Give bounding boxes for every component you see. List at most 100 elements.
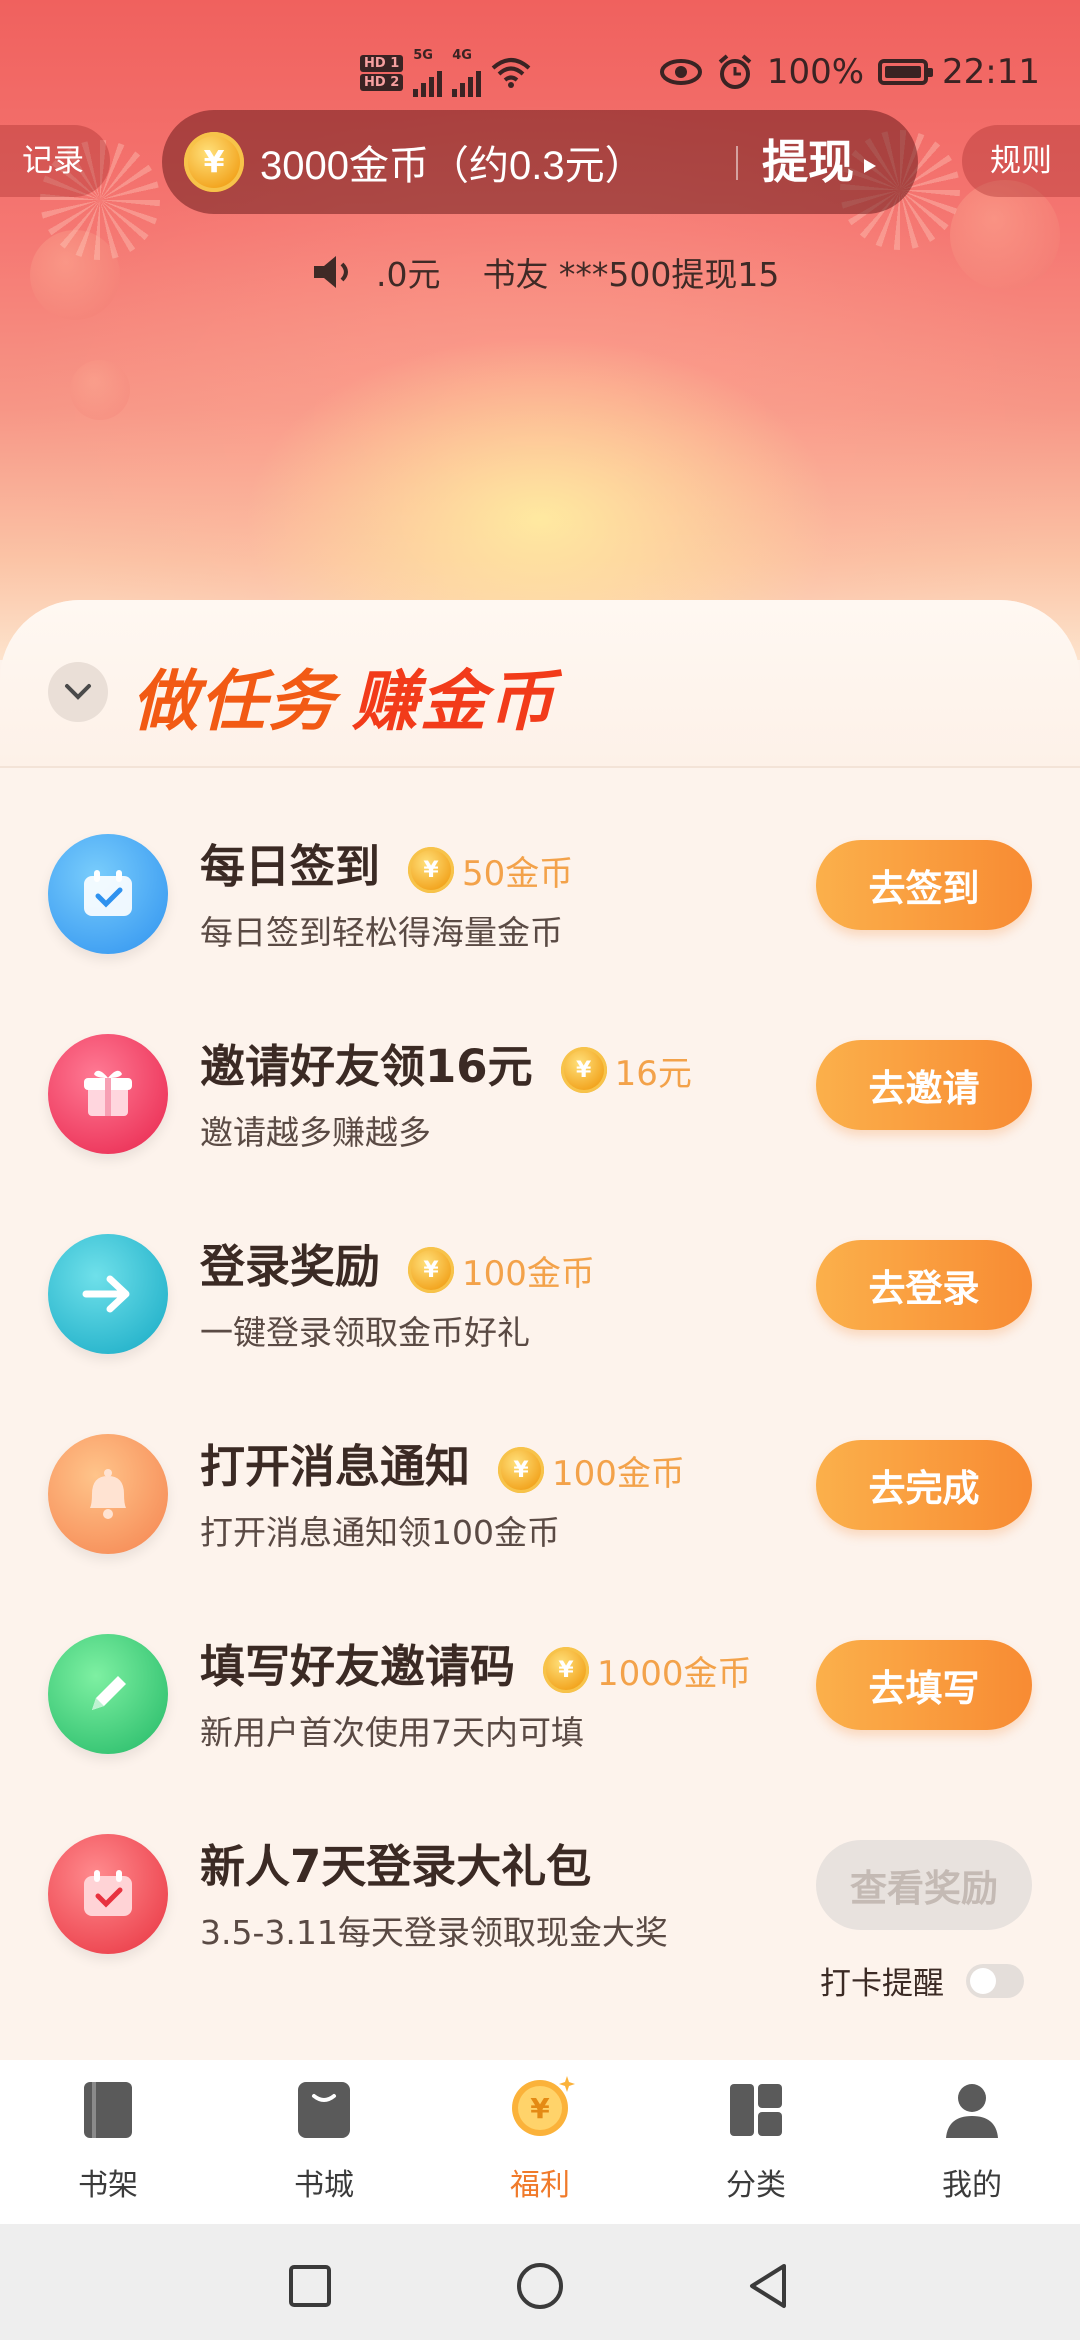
recents-square-icon[interactable] — [288, 2264, 332, 2308]
tab-profile[interactable]: 我的 — [892, 2080, 1052, 2210]
system-navigation-bar — [0, 2224, 1080, 2340]
task-description: 3.5-3.11每天登录领取现金大奖 — [200, 1913, 668, 1952]
reminder-toggle[interactable] — [966, 1963, 1024, 1998]
task-title: 填写好友邀请码 ¥1000金币 — [200, 1630, 752, 1695]
alarm-icon — [718, 54, 752, 89]
task-reward: ¥1000金币 — [543, 1646, 752, 1695]
fill-code-button[interactable]: 去填写 — [816, 1640, 1032, 1730]
rules-label: 规则 — [990, 143, 1052, 178]
task-title: 登录奖励 ¥100金币 — [200, 1230, 595, 1295]
reminder-label: 打卡提醒 — [820, 1966, 944, 2002]
category-grid-icon — [726, 2080, 786, 2140]
status-bar: HD 1 HD 2 5G 4G 100% 22:11 — [0, 48, 1080, 108]
task-reward: ¥16元 — [560, 1046, 692, 1095]
task-reward: ¥100金币 — [498, 1446, 685, 1495]
gift-icon — [48, 1034, 168, 1154]
withdraw-button[interactable]: 提现 — [762, 110, 876, 214]
speaker-icon — [314, 256, 348, 288]
coin-icon: ¥ — [510, 2076, 575, 2140]
task-description: 打开消息通知领100金币 — [200, 1513, 560, 1552]
tab-label: 书城 — [294, 2168, 354, 2203]
hd2-badge: HD 2 — [360, 73, 404, 91]
complete-button[interactable]: 去完成 — [816, 1440, 1032, 1530]
coin-icon: ¥ — [498, 1447, 545, 1493]
withdraw-ticker: .0元 书友 ***500提现15 — [310, 248, 779, 296]
task-reward: ¥50金币 — [408, 846, 573, 895]
records-label: 记录 — [22, 143, 84, 178]
network-type-2: 4G — [452, 48, 472, 63]
task-title-text: 邀请好友领16元 — [200, 1040, 533, 1093]
task-item-enable-notifications: 打开消息通知 ¥100金币 打开消息通知领100金币 去完成 — [0, 1410, 1080, 1590]
coin-icon: ¥ — [184, 132, 244, 192]
bookstore-icon — [294, 2080, 354, 2140]
tab-label: 福利 — [510, 2168, 570, 2203]
task-item-invite-friends: 邀请好友领16元 ¥16元 邀请越多赚越多 去邀请 — [0, 1010, 1080, 1190]
checkin-button[interactable]: 去签到 — [816, 840, 1032, 930]
bottom-tab-bar: 书架 书城 ¥ 福利 分类 我的 — [0, 2060, 1080, 2224]
tab-welfare[interactable]: ¥ 福利 — [460, 2076, 620, 2210]
tab-bookstore[interactable]: 书城 — [244, 2080, 404, 2210]
coin-icon: ¥ — [408, 1247, 455, 1293]
wifi-icon — [491, 57, 531, 88]
calendar-check-icon — [48, 834, 168, 954]
task-card-header: 做任务 赚金币 — [0, 600, 1080, 768]
records-button[interactable]: 记录 — [0, 125, 110, 197]
task-reward: ¥100金币 — [408, 1246, 595, 1295]
decor-coin — [70, 360, 130, 420]
coin-icon: ¥ — [408, 847, 455, 893]
calendar-gift-icon — [48, 1834, 168, 1954]
arrow-right-icon — [48, 1234, 168, 1354]
task-reward-text: 100金币 — [552, 1453, 685, 1494]
checkin-reminder: 打卡提醒 — [820, 1958, 1024, 2003]
back-triangle-icon[interactable] — [746, 2262, 790, 2310]
pencil-icon — [48, 1634, 168, 1754]
task-title-text: 填写好友邀请码 — [200, 1640, 516, 1693]
task-item-daily-checkin: 每日签到 ¥50金币 每日签到轻松得海量金币 去签到 — [0, 810, 1080, 990]
battery-percent: 100% — [766, 52, 865, 92]
home-circle-icon[interactable] — [516, 2262, 564, 2310]
eye-comfort-icon — [659, 59, 702, 85]
task-card: 做任务 赚金币 每日签到 ¥50金币 每日签到轻松得海量金币 去签到 邀请好友领16… — [0, 600, 1080, 2060]
coin-balance: 3000金币（约0.3元） — [260, 144, 645, 188]
ticker-text: .0元 书友 ***500提现15 — [376, 255, 780, 294]
hero-banner: HD 1 HD 2 5G 4G 100% 22:11 记录 规则 ¥ 3000金… — [0, 0, 1080, 660]
task-title: 邀请好友领16元 ¥16元 — [200, 1030, 692, 1095]
clock: 22:11 — [942, 52, 1040, 92]
divider — [736, 146, 738, 180]
coin-icon: ¥ — [560, 1047, 607, 1093]
rules-button[interactable]: 规则 — [962, 125, 1080, 197]
battery-icon — [878, 59, 934, 85]
play-arrow-icon — [864, 158, 876, 173]
signal-2: 4G — [452, 48, 482, 97]
profile-icon — [942, 2080, 1002, 2140]
coin-balance-bar: ¥ 3000金币（约0.3元） 提现 — [162, 110, 918, 214]
login-button[interactable]: 去登录 — [816, 1240, 1032, 1330]
section-title-part2: 赚金币 — [352, 663, 556, 740]
chevron-down-icon — [65, 684, 91, 700]
withdraw-label: 提现 — [762, 135, 854, 189]
view-rewards-button[interactable]: 查看奖励 — [816, 1840, 1032, 1930]
tab-category[interactable]: 分类 — [676, 2080, 836, 2210]
invite-button[interactable]: 去邀请 — [816, 1040, 1032, 1130]
task-description: 新用户首次使用7天内可填 — [200, 1713, 584, 1752]
section-title-part1: 做任务 — [132, 663, 336, 740]
hd1-badge: HD 1 — [360, 54, 404, 72]
task-description: 邀请越多赚越多 — [200, 1113, 431, 1152]
tab-bookshelf[interactable]: 书架 — [28, 2080, 188, 2210]
task-title-text: 登录奖励 — [200, 1240, 381, 1293]
task-title: 打开消息通知 ¥100金币 — [200, 1430, 685, 1495]
task-description: 一键登录领取金币好礼 — [200, 1313, 530, 1352]
task-reward-text: 1000金币 — [597, 1653, 752, 1694]
task-title-text: 打开消息通知 — [200, 1440, 471, 1493]
collapse-button[interactable] — [48, 662, 108, 722]
tab-label: 书架 — [78, 2168, 138, 2203]
coin-icon: ¥ — [543, 1647, 590, 1693]
svg-text:¥: ¥ — [530, 2092, 550, 2125]
tab-label: 分类 — [726, 2168, 786, 2203]
hd-badges: HD 1 HD 2 — [360, 54, 404, 91]
bell-icon — [48, 1434, 168, 1554]
task-item-enter-invite-code: 填写好友邀请码 ¥1000金币 新用户首次使用7天内可填 去填写 — [0, 1610, 1080, 1790]
signal-bars-icon — [413, 63, 443, 97]
task-reward-text: 16元 — [614, 1053, 692, 1094]
section-title: 做任务 赚金币 — [132, 648, 556, 744]
